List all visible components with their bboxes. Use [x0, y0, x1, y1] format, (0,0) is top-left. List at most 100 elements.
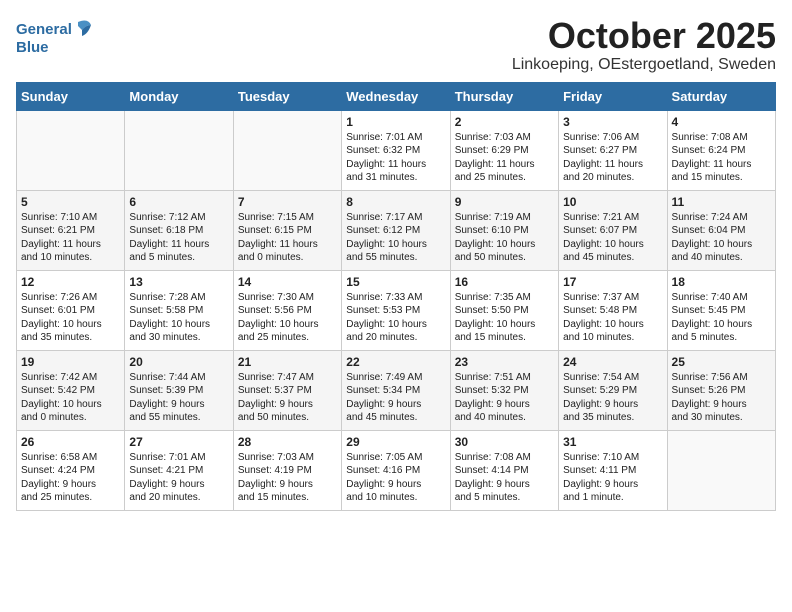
calendar-cell: [667, 430, 775, 510]
day-info: Sunrise: 7:51 AM Sunset: 5:32 PM Dayligh…: [455, 371, 554, 425]
day-info: Sunrise: 7:21 AM Sunset: 6:07 PM Dayligh…: [563, 211, 662, 265]
day-info: Sunrise: 7:01 AM Sunset: 6:32 PM Dayligh…: [346, 131, 445, 185]
column-header-tuesday: Tuesday: [233, 82, 341, 110]
calendar-week-row: 19 Sunrise: 7:42 AM Sunset: 5:42 PM Dayli…: [17, 350, 776, 430]
day-info: Sunrise: 7:17 AM Sunset: 6:12 PM Dayligh…: [346, 211, 445, 265]
day-number: 6: [129, 195, 228, 209]
day-info: Sunrise: 7:35 AM Sunset: 5:50 PM Dayligh…: [455, 291, 554, 345]
day-number: 18: [672, 275, 771, 289]
day-number: 26: [21, 435, 120, 449]
logo-icon: General Blue: [16, 16, 96, 60]
day-info: Sunrise: 7:15 AM Sunset: 6:15 PM Dayligh…: [238, 211, 337, 265]
day-number: 12: [21, 275, 120, 289]
svg-text:General: General: [16, 21, 72, 38]
calendar-cell: 8 Sunrise: 7:17 AM Sunset: 6:12 PM Daylig…: [342, 190, 450, 270]
column-header-friday: Friday: [559, 82, 667, 110]
location-subtitle: Linkoeping, OEstergoetland, Sweden: [512, 56, 776, 74]
calendar-header-row: SundayMondayTuesdayWednesdayThursdayFrid…: [17, 82, 776, 110]
day-number: 20: [129, 355, 228, 369]
day-number: 25: [672, 355, 771, 369]
day-number: 9: [455, 195, 554, 209]
day-info: Sunrise: 7:10 AM Sunset: 4:11 PM Dayligh…: [563, 451, 662, 505]
day-info: Sunrise: 7:42 AM Sunset: 5:42 PM Dayligh…: [21, 371, 120, 425]
page-header: General Blue October 2025 Linkoeping, OE…: [16, 16, 776, 74]
day-info: Sunrise: 7:08 AM Sunset: 6:24 PM Dayligh…: [672, 131, 771, 185]
calendar-cell: 16Sunrise: 7:35 AM Sunset: 5:50 PM Dayli…: [450, 270, 558, 350]
day-info: Sunrise: 7:44 AM Sunset: 5:39 PM Dayligh…: [129, 371, 228, 425]
calendar-cell: 3 Sunrise: 7:06 AM Sunset: 6:27 PM Daylig…: [559, 110, 667, 190]
calendar-cell: [17, 110, 125, 190]
calendar-cell: 6 Sunrise: 7:12 AM Sunset: 6:18 PM Daylig…: [125, 190, 233, 270]
calendar-cell: 31Sunrise: 7:10 AM Sunset: 4:11 PM Dayli…: [559, 430, 667, 510]
day-number: 15: [346, 275, 445, 289]
day-info: Sunrise: 6:58 AM Sunset: 4:24 PM Dayligh…: [21, 451, 120, 505]
day-number: 19: [21, 355, 120, 369]
day-number: 3: [563, 115, 662, 129]
day-number: 17: [563, 275, 662, 289]
calendar-cell: [233, 110, 341, 190]
calendar-cell: 25 Sunrise: 7:56 AM Sunset: 5:26 PM Dayli…: [667, 350, 775, 430]
title-block: October 2025 Linkoeping, OEstergoetland,…: [512, 16, 776, 74]
calendar-cell: 15 Sunrise: 7:33 AM Sunset: 5:53 PM Dayli…: [342, 270, 450, 350]
day-info: Sunrise: 7:37 AM Sunset: 5:48 PM Dayligh…: [563, 291, 662, 345]
day-info: Sunrise: 7:10 AM Sunset: 6:21 PM Dayligh…: [21, 211, 120, 265]
day-number: 7: [238, 195, 337, 209]
day-number: 29: [346, 435, 445, 449]
calendar-cell: 30Sunrise: 7:08 AM Sunset: 4:14 PM Dayli…: [450, 430, 558, 510]
column-header-thursday: Thursday: [450, 82, 558, 110]
day-info: Sunrise: 7:12 AM Sunset: 6:18 PM Dayligh…: [129, 211, 228, 265]
day-number: 1: [346, 115, 445, 129]
calendar-cell: 17 Sunrise: 7:37 AM Sunset: 5:48 PM Dayli…: [559, 270, 667, 350]
day-number: 24: [563, 355, 662, 369]
day-info: Sunrise: 7:26 AM Sunset: 6:01 PM Dayligh…: [21, 291, 120, 345]
calendar-cell: [125, 110, 233, 190]
calendar-week-row: 1 Sunrise: 7:01 AM Sunset: 6:32 PM Daylig…: [17, 110, 776, 190]
day-number: 27: [129, 435, 228, 449]
calendar-cell: 14 Sunrise: 7:30 AM Sunset: 5:56 PM Dayli…: [233, 270, 341, 350]
day-number: 5: [21, 195, 120, 209]
calendar-cell: 28Sunrise: 7:03 AM Sunset: 4:19 PM Dayli…: [233, 430, 341, 510]
day-info: Sunrise: 7:47 AM Sunset: 5:37 PM Dayligh…: [238, 371, 337, 425]
day-info: Sunrise: 7:19 AM Sunset: 6:10 PM Dayligh…: [455, 211, 554, 265]
day-number: 4: [672, 115, 771, 129]
day-info: Sunrise: 7:28 AM Sunset: 5:58 PM Dayligh…: [129, 291, 228, 345]
calendar-cell: 1 Sunrise: 7:01 AM Sunset: 6:32 PM Daylig…: [342, 110, 450, 190]
day-number: 13: [129, 275, 228, 289]
day-info: Sunrise: 7:01 AM Sunset: 4:21 PM Dayligh…: [129, 451, 228, 505]
calendar-cell: 19 Sunrise: 7:42 AM Sunset: 5:42 PM Dayli…: [17, 350, 125, 430]
day-info: Sunrise: 7:06 AM Sunset: 6:27 PM Dayligh…: [563, 131, 662, 185]
month-title: October 2025: [512, 16, 776, 56]
column-header-sunday: Sunday: [17, 82, 125, 110]
calendar-cell: 23Sunrise: 7:51 AM Sunset: 5:32 PM Dayli…: [450, 350, 558, 430]
calendar-week-row: 5 Sunrise: 7:10 AM Sunset: 6:21 PM Daylig…: [17, 190, 776, 270]
day-info: Sunrise: 7:05 AM Sunset: 4:16 PM Dayligh…: [346, 451, 445, 505]
calendar-cell: 26 Sunrise: 6:58 AM Sunset: 4:24 PM Dayli…: [17, 430, 125, 510]
day-info: Sunrise: 7:30 AM Sunset: 5:56 PM Dayligh…: [238, 291, 337, 345]
day-info: Sunrise: 7:08 AM Sunset: 4:14 PM Dayligh…: [455, 451, 554, 505]
day-number: 8: [346, 195, 445, 209]
calendar-cell: 11Sunrise: 7:24 AM Sunset: 6:04 PM Dayli…: [667, 190, 775, 270]
day-info: Sunrise: 7:24 AM Sunset: 6:04 PM Dayligh…: [672, 211, 771, 265]
day-info: Sunrise: 7:03 AM Sunset: 6:29 PM Dayligh…: [455, 131, 554, 185]
day-number: 14: [238, 275, 337, 289]
calendar-cell: 21Sunrise: 7:47 AM Sunset: 5:37 PM Dayli…: [233, 350, 341, 430]
calendar-cell: 24Sunrise: 7:54 AM Sunset: 5:29 PM Dayli…: [559, 350, 667, 430]
column-header-wednesday: Wednesday: [342, 82, 450, 110]
calendar-cell: 29 Sunrise: 7:05 AM Sunset: 4:16 PM Dayli…: [342, 430, 450, 510]
calendar-cell: 9 Sunrise: 7:19 AM Sunset: 6:10 PM Daylig…: [450, 190, 558, 270]
calendar-cell: 2 Sunrise: 7:03 AM Sunset: 6:29 PM Daylig…: [450, 110, 558, 190]
calendar-cell: 4 Sunrise: 7:08 AM Sunset: 6:24 PM Daylig…: [667, 110, 775, 190]
calendar-week-row: 12 Sunrise: 7:26 AM Sunset: 6:01 PM Dayli…: [17, 270, 776, 350]
day-info: Sunrise: 7:56 AM Sunset: 5:26 PM Dayligh…: [672, 371, 771, 425]
calendar-cell: 13 Sunrise: 7:28 AM Sunset: 5:58 PM Dayli…: [125, 270, 233, 350]
day-number: 2: [455, 115, 554, 129]
calendar-week-row: 26 Sunrise: 6:58 AM Sunset: 4:24 PM Dayli…: [17, 430, 776, 510]
day-number: 28: [238, 435, 337, 449]
day-info: Sunrise: 7:33 AM Sunset: 5:53 PM Dayligh…: [346, 291, 445, 345]
calendar-cell: 20 Sunrise: 7:44 AM Sunset: 5:39 PM Dayli…: [125, 350, 233, 430]
column-header-monday: Monday: [125, 82, 233, 110]
day-number: 22: [346, 355, 445, 369]
day-info: Sunrise: 7:49 AM Sunset: 5:34 PM Dayligh…: [346, 371, 445, 425]
calendar-cell: 27 Sunrise: 7:01 AM Sunset: 4:21 PM Dayli…: [125, 430, 233, 510]
day-info: Sunrise: 7:40 AM Sunset: 5:45 PM Dayligh…: [672, 291, 771, 345]
